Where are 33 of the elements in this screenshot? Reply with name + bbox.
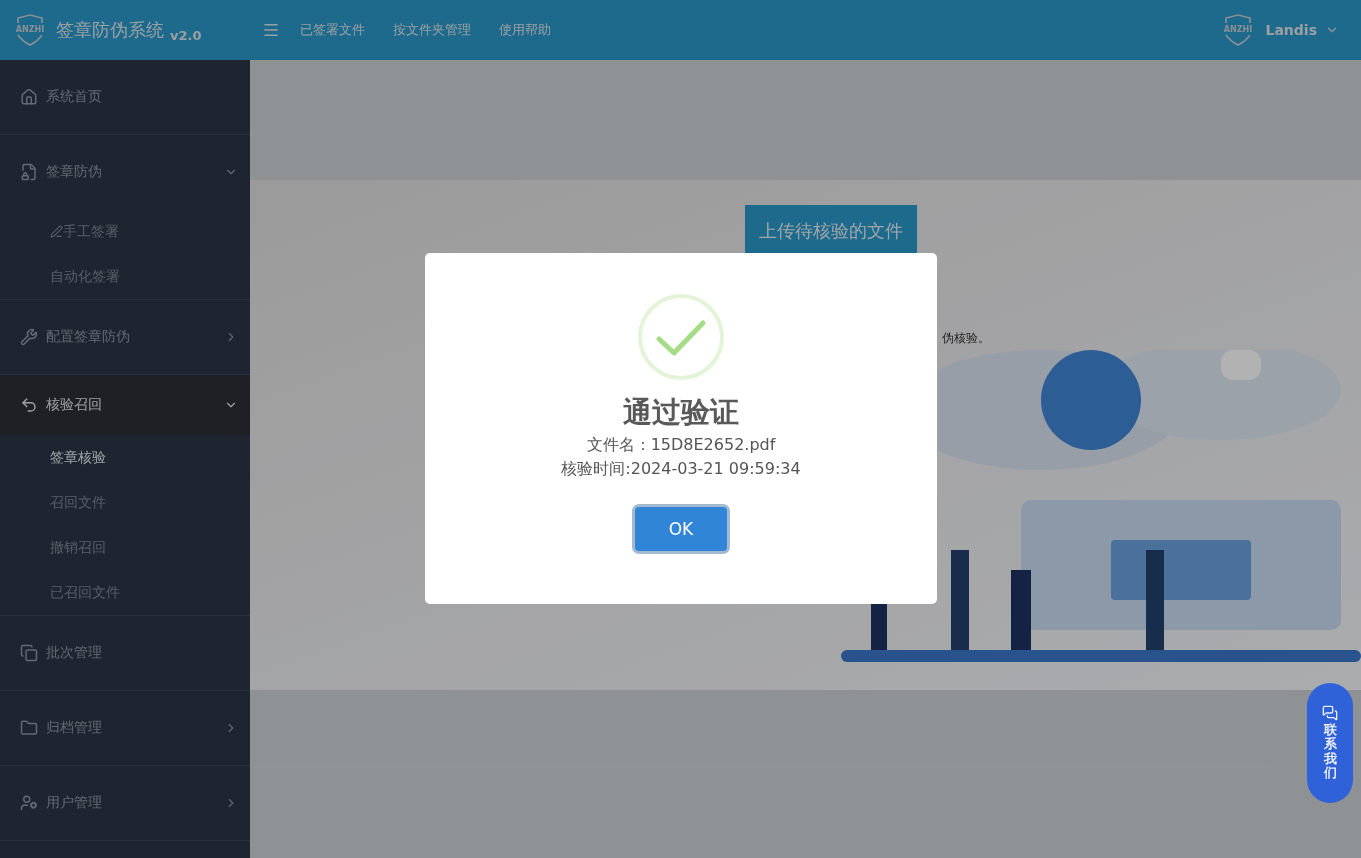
check-icon <box>637 293 725 381</box>
sidebar-item[interactable]: 系统首页 <box>0 60 250 134</box>
submenu-item[interactable]: 签章核验 <box>0 435 250 480</box>
sidebar-item[interactable]: 用户管理 <box>0 766 250 840</box>
chat-icon <box>1322 705 1338 721</box>
app-title: 签章防伪系统 <box>56 18 164 42</box>
sidebar-item[interactable]: 批次管理 <box>0 616 250 690</box>
sidebar-item[interactable]: 核验召回 <box>0 375 250 435</box>
description-text: 伪核验。 <box>942 330 990 347</box>
version-label: v2.0 <box>170 28 202 43</box>
sidebar-item-icon <box>20 794 38 812</box>
sidebar-item[interactable]: 配置签章防伪 <box>0 300 250 374</box>
sidebar-item-icon <box>20 88 38 106</box>
dialog-text: 文件名：15D8E2652.pdf <box>586 434 776 456</box>
sidebar-item-icon <box>20 163 38 181</box>
pen-icon <box>50 225 63 238</box>
dialog-text: 核验时间:2024-03-21 09:59:34 <box>561 458 801 480</box>
nav-link[interactable]: 已签署文件 <box>300 21 365 39</box>
menu-icon[interactable] <box>262 21 280 39</box>
nav-link[interactable]: 使用帮助 <box>499 21 551 39</box>
sidebar-item[interactable]: 归档管理 <box>0 691 250 765</box>
sidebar-item[interactable]: 签章防伪 <box>0 135 250 209</box>
user-menu[interactable]: ANZHI Landis <box>1217 14 1339 46</box>
dialog-title: 通过验证 <box>623 394 739 431</box>
sidebar-item-icon <box>20 328 38 346</box>
sidebar-item-icon <box>20 644 38 662</box>
nav-link[interactable]: 按文件夹管理 <box>393 21 471 39</box>
contact-button[interactable]: 联系我们 <box>1307 683 1353 803</box>
sidebar-item-icon <box>20 396 38 414</box>
sidebar-item-icon <box>20 719 38 737</box>
logo-text: ANZHI <box>15 25 45 34</box>
logo-text: ANZHI <box>1223 25 1252 34</box>
ok-button[interactable]: OK <box>635 507 727 551</box>
